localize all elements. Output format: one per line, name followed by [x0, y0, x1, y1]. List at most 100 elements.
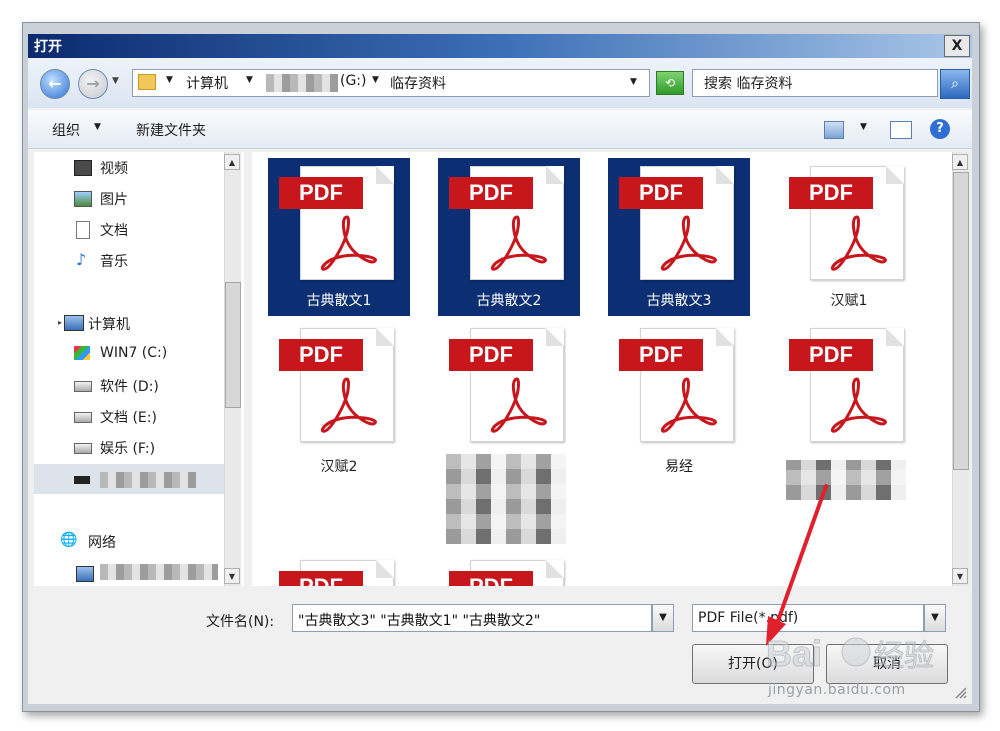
expand-arrow-icon[interactable]: ▸ [58, 318, 62, 327]
file-name: 易经 [665, 459, 693, 475]
navigation-pane [34, 152, 244, 586]
organize-button[interactable]: 组织 [52, 120, 80, 140]
breadcrumb-arrow-icon[interactable]: ▼ [166, 75, 173, 85]
file-item[interactable]: PDF [438, 320, 580, 544]
network-icon: 🌐 [60, 532, 78, 548]
resize-grip-icon[interactable] [952, 684, 968, 700]
file-name: 古典散文1 [306, 293, 372, 309]
file-item[interactable]: PDF 古典散文3 [608, 158, 750, 316]
sidebar-scroll-thumb[interactable] [225, 282, 241, 408]
content-scroll-thumb[interactable] [953, 172, 969, 470]
pdf-file-icon: PDF [619, 166, 734, 280]
filename-label: 文件名(N): [206, 614, 275, 630]
pdf-file-icon: PDF [279, 560, 394, 586]
organize-dropdown-icon[interactable]: ▼ [94, 122, 101, 132]
computer-icon [64, 315, 84, 331]
view-dropdown-icon[interactable]: ▼ [860, 122, 867, 132]
drive-icon [74, 381, 92, 392]
folder-icon [138, 74, 156, 90]
sidebar-item-drive-d[interactable]: 软件 (D:) [100, 376, 159, 396]
file-item[interactable]: PDF 古典散文1 [268, 158, 410, 316]
search-button[interactable]: ⌕ [940, 69, 970, 99]
file-name: 古典散文3 [646, 293, 712, 309]
breadcrumb-arrow-icon[interactable]: ▼ [246, 75, 253, 85]
acrobat-logo-icon [830, 215, 887, 271]
window-title: 打开 [34, 39, 62, 55]
pdf-file-icon: PDF [619, 328, 734, 442]
content-scroll-down[interactable]: ▼ [952, 568, 968, 584]
svg-text:经验: 经验 [874, 640, 934, 673]
drive-icon [74, 412, 92, 423]
pdf-file-icon: PDF [449, 166, 564, 280]
pdf-file-icon: PDF [449, 328, 564, 442]
file-name: 古典散文2 [476, 293, 542, 309]
acrobat-logo-icon [490, 377, 547, 433]
breadcrumb-drive[interactable]: (G:) [340, 73, 367, 89]
acrobat-logo-icon [660, 377, 717, 433]
acrobat-logo-icon [490, 215, 547, 271]
sidebar-item-computer[interactable]: 计算机 [88, 314, 130, 334]
view-icon[interactable] [824, 121, 844, 139]
sidebar-item-drive-c[interactable]: WIN7 (C:) [100, 345, 167, 361]
music-icon: ♪ [76, 250, 87, 269]
file-name: 汉赋1 [830, 293, 868, 309]
sidebar-item-drive-e[interactable]: 文档 (E:) [100, 407, 157, 427]
network-computer-icon [76, 566, 94, 582]
acrobat-logo-icon [830, 377, 887, 433]
content-scroll-up[interactable]: ▲ [952, 154, 968, 170]
title-bar[interactable] [28, 34, 972, 58]
sidebar-item-music[interactable]: 音乐 [100, 251, 128, 271]
search-placeholder: 搜索 临存资料 [704, 76, 793, 92]
refresh-button[interactable]: ⟲ [656, 71, 684, 95]
system-drive-icon [74, 346, 90, 360]
close-button[interactable]: X [944, 35, 970, 57]
pdf-file-icon: PDF [789, 166, 904, 280]
refresh-icon: ⟲ [664, 76, 676, 90]
breadcrumb-computer[interactable]: 计算机 [186, 73, 228, 93]
back-button[interactable]: ← [40, 69, 70, 99]
sidebar-item-video[interactable]: 视频 [100, 158, 128, 178]
help-icon[interactable]: ? [930, 119, 950, 139]
document-icon [76, 221, 90, 239]
sidebar-scroll-down[interactable]: ▼ [224, 568, 240, 584]
drive-name-blurred [266, 74, 338, 92]
pdf-file-icon: PDF [279, 166, 394, 280]
sidebar-item-network[interactable]: 网络 [88, 532, 116, 552]
file-item[interactable]: PDF 汉赋2 [268, 320, 410, 478]
preview-pane-icon[interactable] [890, 121, 912, 139]
file-item[interactable]: PDF [778, 320, 920, 500]
file-item[interactable]: PDF [438, 552, 580, 586]
file-item[interactable]: PDF 汉赋1 [778, 158, 920, 316]
pdf-file-icon: PDF [789, 328, 904, 442]
acrobat-logo-icon [320, 215, 377, 271]
new-folder-button[interactable]: 新建文件夹 [136, 120, 206, 140]
acrobat-logo-icon [320, 377, 377, 433]
file-list: PDF 古典散文1 PDF 古典散文2 PDF 古典散文3 PDF 汉赋1 PD… [252, 152, 952, 586]
sidebar-item-drive-f[interactable]: 娱乐 (F:) [100, 438, 155, 458]
network-host-blurred [100, 564, 218, 580]
drive-label-blurred [100, 472, 196, 488]
search-icon: ⌕ [951, 76, 959, 92]
forward-button[interactable]: → [78, 69, 108, 99]
pdf-file-icon: PDF [449, 560, 564, 586]
image-icon [74, 191, 92, 207]
usb-drive-icon [74, 476, 90, 484]
file-name-blurred [446, 454, 566, 544]
breadcrumb-arrow-icon[interactable]: ▼ [372, 75, 379, 85]
video-icon [74, 160, 92, 176]
arrow-left-icon: ← [48, 74, 62, 93]
sidebar-item-documents[interactable]: 文档 [100, 220, 128, 240]
pdf-file-icon: PDF [279, 328, 394, 442]
arrow-right-icon: → [86, 74, 100, 93]
sidebar-item-pictures[interactable]: 图片 [100, 189, 128, 209]
sidebar-scroll-up[interactable]: ▲ [224, 154, 240, 170]
address-dropdown-icon[interactable]: ▼ [630, 77, 637, 87]
breadcrumb-folder[interactable]: 临存资料 [390, 73, 446, 93]
drive-icon [74, 443, 92, 454]
file-name: 汉赋2 [320, 459, 358, 475]
file-item[interactable]: PDF [268, 552, 410, 586]
file-item[interactable]: PDF 易经 [608, 320, 750, 478]
filename-dropdown-button[interactable]: ▼ [652, 604, 674, 632]
history-dropdown-icon[interactable]: ▼ [112, 76, 119, 86]
file-item[interactable]: PDF 古典散文2 [438, 158, 580, 316]
